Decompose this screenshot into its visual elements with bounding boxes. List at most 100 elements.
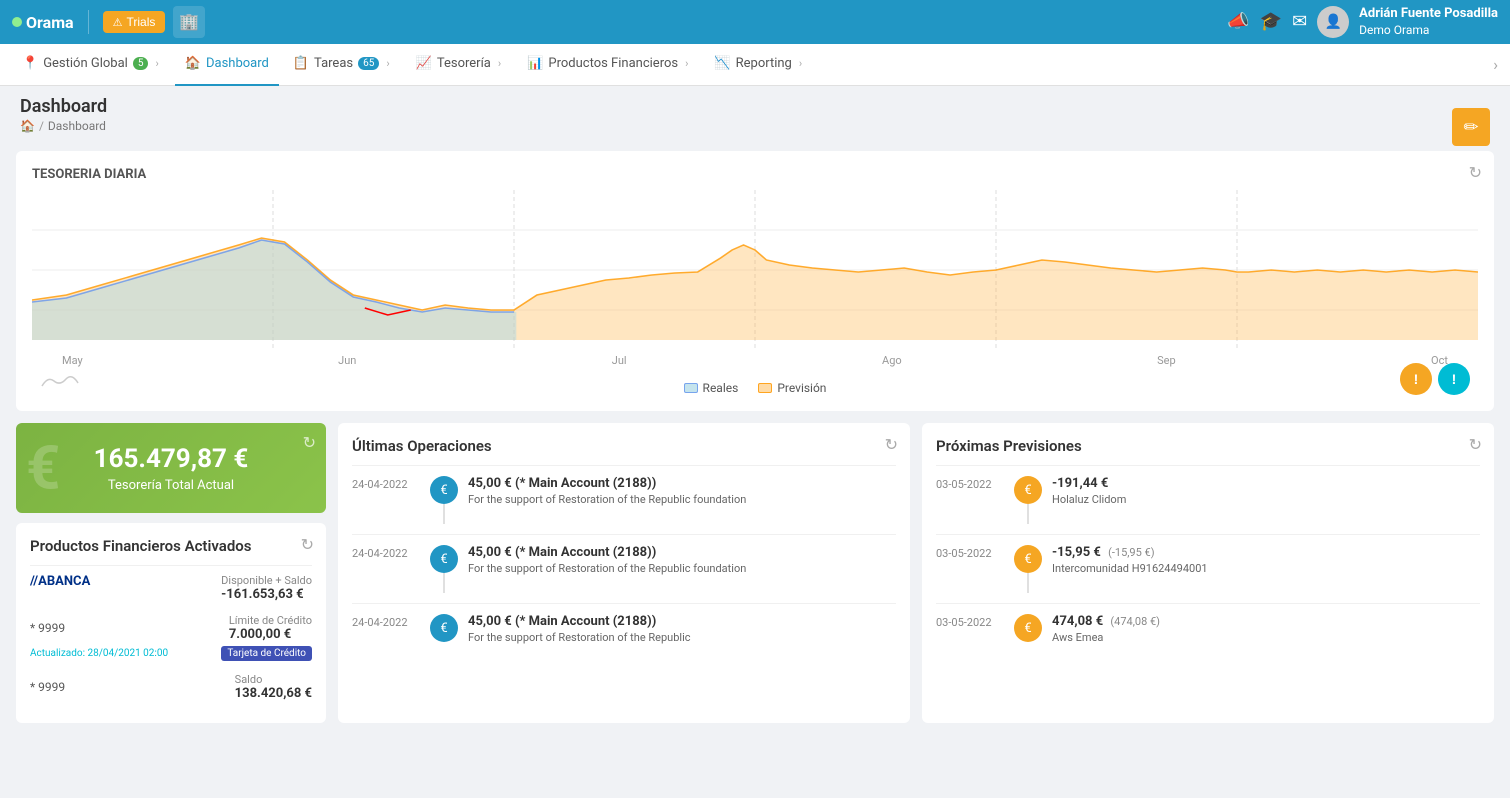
prev-1-desc: Holaluz Clidom <box>1052 493 1480 506</box>
gestion-chevron: › <box>155 57 158 70</box>
op-3-amount: 45,00 € (* Main Account (2188)) <box>468 614 896 629</box>
chart-title: TESORERIA DIARIA <box>32 167 1478 182</box>
edit-fab-button[interactable]: ✏ <box>1452 108 1490 146</box>
previsiones-title: Próximas Previsiones <box>936 437 1480 455</box>
legend-reales-box <box>684 383 698 393</box>
nav-item-gestion[interactable]: 📍 Gestión Global 5 › <box>12 44 171 86</box>
prev-1-circle: € <box>1014 476 1042 504</box>
account-1-updated: Actualizado: 28/04/2021 02:00 <box>30 648 168 659</box>
nav-tareas-label: Tareas <box>314 56 353 71</box>
graduation-icon[interactable]: 🎓 <box>1260 11 1282 32</box>
trials-button[interactable]: Trials <box>103 11 166 33</box>
x-label-jun: Jun <box>338 354 356 367</box>
gestion-icon: 📍 <box>22 56 38 71</box>
op-3-desc: For the support of Restoration of the Re… <box>468 631 896 644</box>
sparkline-icon <box>40 371 80 391</box>
prev-3-content: 474,08 € (474,08 €) Aws Emea <box>1052 614 1480 644</box>
reporting-icon: 📉 <box>714 56 730 71</box>
nav-item-tesoreria[interactable]: 📈 Tesorería › <box>406 44 514 86</box>
home-icon: 🏠 <box>20 119 35 133</box>
op-2-timeline: € <box>430 545 458 593</box>
x-label-sep: Sep <box>1157 354 1176 367</box>
nav-item-dashboard[interactable]: 🏠 Dashboard <box>175 44 279 86</box>
prev-2-amount: -15,95 € <box>1052 545 1101 560</box>
previsiones-refresh-button[interactable]: ↻ <box>1469 435 1482 455</box>
nav-item-reporting[interactable]: 📉 Reporting › <box>704 44 814 86</box>
prev-1-amount: -191,44 € <box>1052 476 1108 491</box>
op-item-3: 24-04-2022 € 45,00 € (* Main Account (21… <box>352 603 896 654</box>
prev-3-date: 03-05-2022 <box>936 614 1004 629</box>
op-3-circle: € <box>430 614 458 642</box>
bank-disponible-label: Disponible + Saldo <box>221 574 312 587</box>
tesoreria-subtitle: Tesorería Total Actual <box>108 478 234 493</box>
nav-item-productos[interactable]: 📊 Productos Financieros › <box>517 44 700 86</box>
account-1-row: * 9999 Límite de Crédito 7.000,00 € <box>30 610 312 642</box>
nav-tesoreria-label: Tesorería <box>437 56 491 71</box>
building-button[interactable]: 🏢 <box>173 6 205 38</box>
account-1: * 9999 Límite de Crédito 7.000,00 € Actu… <box>30 610 312 661</box>
legend-prevision-box <box>758 383 772 393</box>
account-2-saldo-col: Saldo 138.420,68 € <box>235 673 312 701</box>
op-3-content: 45,00 € (* Main Account (2188)) For the … <box>468 614 896 644</box>
prev-1-amount-row: -191,44 € <box>1052 476 1480 491</box>
logo[interactable]: Orama <box>12 13 74 32</box>
prev-item-3: 03-05-2022 € 474,08 € (474,08 €) Aws Eme… <box>936 603 1480 654</box>
prev-2-circle: € <box>1014 545 1042 573</box>
legend-reales: Reales <box>684 381 739 395</box>
operaciones-card: Últimas Operaciones ↻ 24-04-2022 € 45,00… <box>338 423 910 723</box>
prev-3-amount-sub: (474,08 €) <box>1110 615 1160 628</box>
x-label-may: May <box>62 354 83 367</box>
chart-refresh-button[interactable]: ↻ <box>1469 163 1482 183</box>
breadcrumb-area: Dashboard 🏠 / Dashboard <box>0 86 1510 139</box>
productos-refresh-button[interactable]: ↻ <box>301 535 314 555</box>
prev-3-amount: 474,08 € <box>1052 614 1103 629</box>
op-1-amount: 45,00 € (* Main Account (2188)) <box>468 476 896 491</box>
brand-name: Orama <box>26 13 74 32</box>
account-2: * 9999 Saldo 138.420,68 € <box>30 669 312 701</box>
x-label-jul: Jul <box>612 354 627 367</box>
operaciones-title: Últimas Operaciones <box>352 437 896 455</box>
op-1-desc: For the support of Restoration of the Re… <box>468 493 896 506</box>
mail-icon[interactable]: ✉ <box>1292 11 1307 32</box>
chart-card: TESORERIA DIARIA ↻ <box>16 151 1494 411</box>
nav-item-tareas[interactable]: 📋 Tareas 65 › <box>283 44 402 86</box>
logo-dot <box>12 17 22 27</box>
avatar[interactable]: 👤 <box>1317 6 1349 38</box>
bank-disponible-value: -161.653,63 € <box>221 587 312 602</box>
prev-3-desc: Aws Emea <box>1052 631 1480 644</box>
top-nav: Orama Trials 🏢 📣 🎓 ✉ 👤 Adrián Fuente Pos… <box>0 0 1510 44</box>
nav-right: 📣 🎓 ✉ 👤 Adrián Fuente Posadilla Demo Ora… <box>1227 6 1498 38</box>
reporting-chevron: › <box>799 57 802 70</box>
user-info: Adrián Fuente Posadilla Demo Orama <box>1359 6 1498 38</box>
productos-icon: 📊 <box>527 56 543 71</box>
account-1-footer: Actualizado: 28/04/2021 02:00 Tarjeta de… <box>30 646 312 661</box>
op-2-desc: For the support of Restoration of the Re… <box>468 562 896 575</box>
tesoreria-refresh-button[interactable]: ↻ <box>303 433 316 453</box>
prev-1-line <box>1027 504 1029 524</box>
nav-reporting-label: Reporting <box>736 56 792 71</box>
prev-2-timeline: € <box>1014 545 1042 593</box>
gestion-badge: 5 <box>133 57 149 70</box>
prev-3-circle: € <box>1014 614 1042 642</box>
alert-orange-button[interactable]: ! <box>1400 363 1432 395</box>
nav-expand-icon[interactable]: › <box>1493 55 1498 74</box>
bank-item-abanca: //ABANCA Disponible + Saldo -161.653,63 … <box>30 565 312 709</box>
op-3-timeline: € <box>430 614 458 642</box>
notification-icon[interactable]: 📣 <box>1227 11 1249 32</box>
legend-prevision-label: Previsión <box>777 381 826 395</box>
account-2-num: * 9999 <box>30 680 65 694</box>
productos-card: Productos Financieros Activados ↻ //ABAN… <box>16 523 326 723</box>
operaciones-refresh-button[interactable]: ↻ <box>885 435 898 455</box>
breadcrumb-current: Dashboard <box>48 119 106 133</box>
account-1-limit-value: 7.000,00 € <box>229 627 312 642</box>
prev-2-amount-sub: (-15,95 €) <box>1108 546 1154 559</box>
tesoreria-chevron: › <box>498 57 501 70</box>
nav-gestion-label: Gestión Global <box>43 56 128 71</box>
productos-chevron: › <box>685 57 688 70</box>
chart-container <box>32 190 1478 350</box>
account-1-tag: Tarjeta de Crédito <box>221 646 312 661</box>
nav-divider <box>88 10 89 34</box>
account-1-limit-label: Límite de Crédito <box>229 614 312 627</box>
alert-teal-button[interactable]: ! <box>1438 363 1470 395</box>
op-1-line <box>443 504 445 524</box>
